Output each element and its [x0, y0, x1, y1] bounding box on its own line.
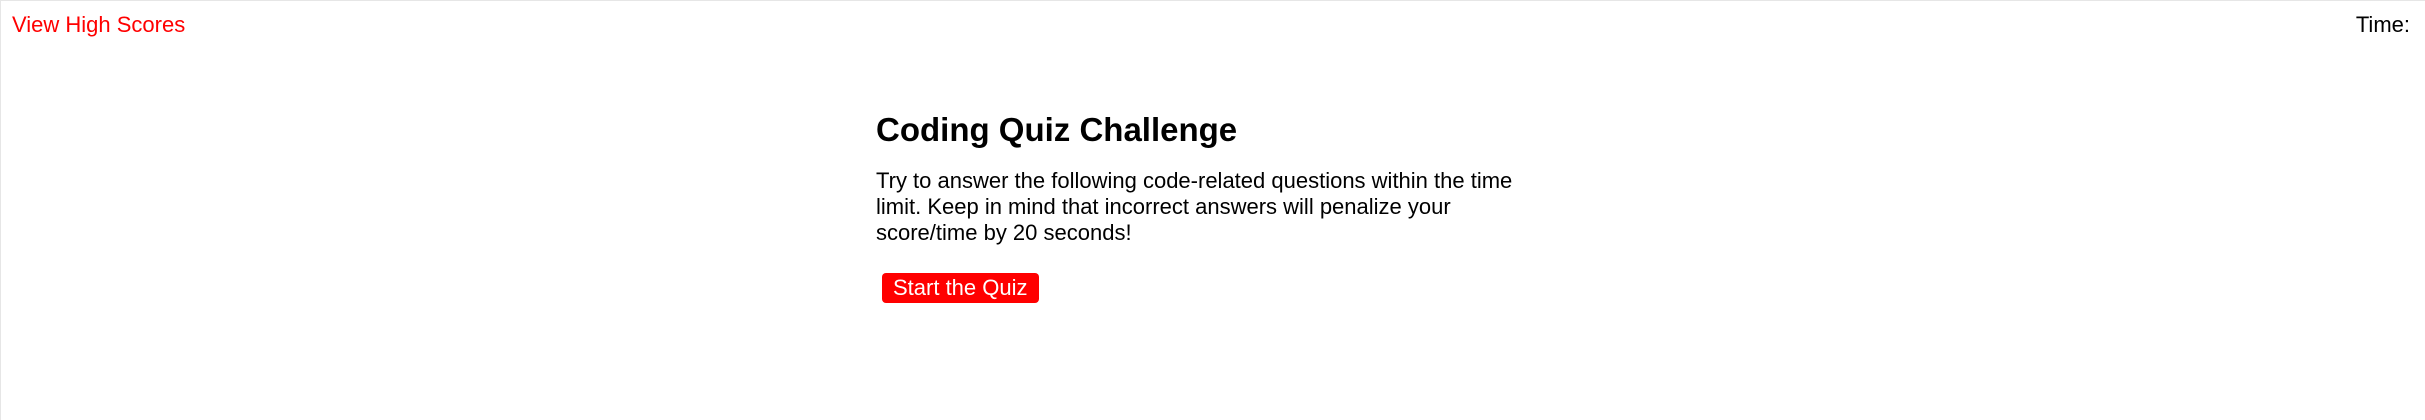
- quiz-title: Coding Quiz Challenge: [876, 111, 1238, 148]
- quiz-description: Try to answer the following code-related…: [876, 168, 1513, 245]
- quiz-intro: Coding Quiz Challenge Try to answer the …: [876, 110, 1556, 303]
- start-quiz-button[interactable]: Start the Quiz: [882, 273, 1039, 303]
- timer-label: Time:: [2355, 12, 2410, 37]
- timer: Time:: [2356, 11, 2414, 39]
- view-high-scores-link[interactable]: View High Scores: [12, 11, 185, 39]
- top-bar: View High Scores Time:: [0, 0, 2425, 50]
